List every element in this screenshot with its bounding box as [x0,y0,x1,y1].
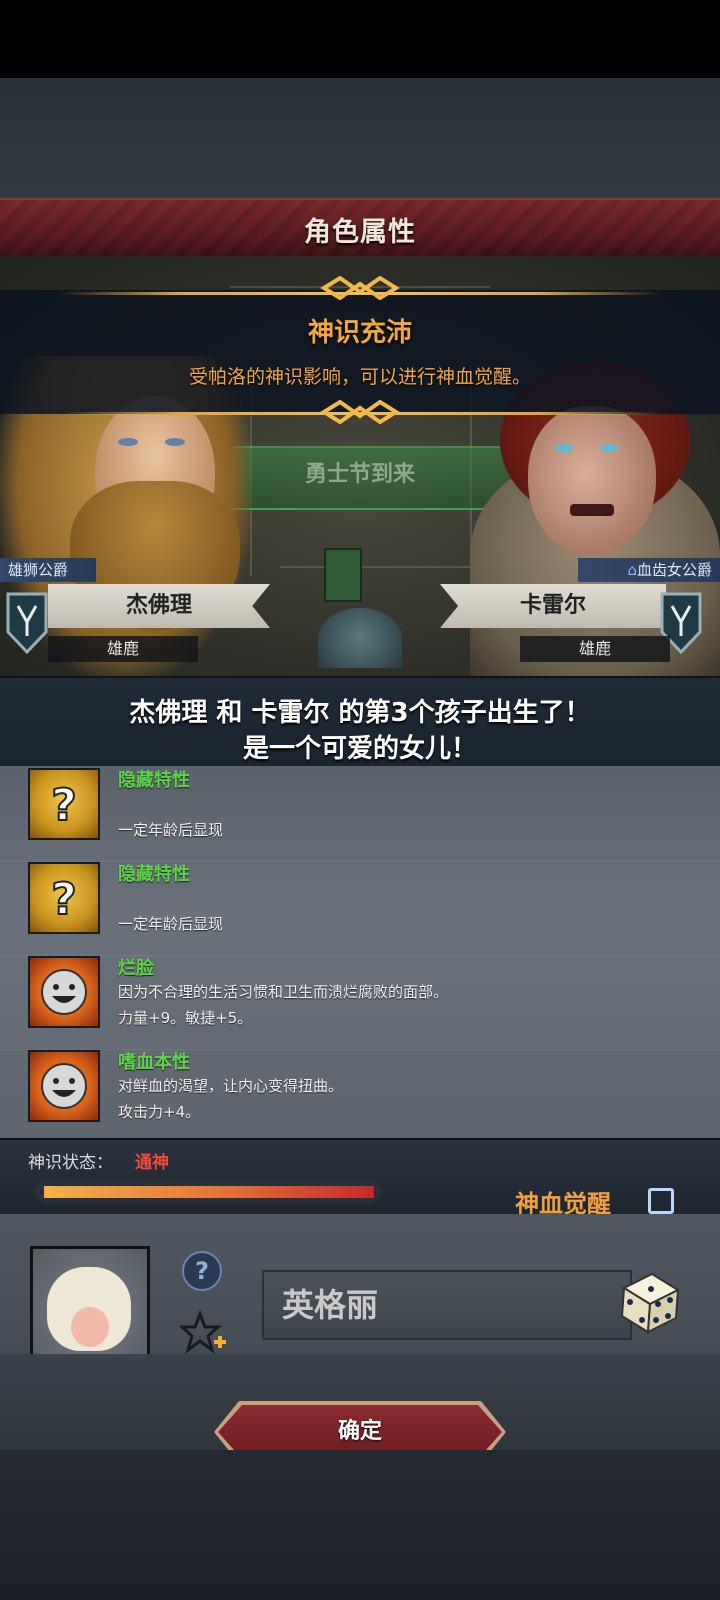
trait-name: 隐藏特性 [118,864,190,885]
father-eye [118,438,138,446]
background-bottom [0,1450,720,1600]
trait-name: 嗜血本性 [118,1052,190,1073]
status-bar-area [0,0,720,78]
house-flag-icon [324,548,362,602]
globe-emblem-icon [318,608,402,668]
mother-house: 雄鹿 [520,636,670,662]
mother-eye [555,444,573,452]
gold-knot-icon [320,276,400,300]
trait-effect: 力量+9。敏捷+5。 [118,1009,253,1027]
notice-description: 受帕洛的神识影响，可以进行神血觉醒。 [188,366,531,388]
announcement-line-2: 是一个可爱的女儿！ [242,734,477,764]
trait-description: 对鲜血的渴望，让内心变得扭曲。 [118,1077,344,1095]
stag-shield-icon [6,592,48,654]
event-banner-text: 勇士节到来 [304,462,415,487]
help-icon[interactable]: ? [182,1251,222,1291]
trait-row[interactable]: 烂脸 因为不合理的生活习惯和卫生而溃烂腐败的面部。 力量+9。敏捷+5。 [0,954,720,1050]
mother-title: ⌂血齿女公爵 [578,558,720,582]
mother-title-text: 血齿女公爵 [636,561,712,579]
divine-notice [0,290,720,414]
mother-name-plate: 卡雷尔 [440,584,666,628]
question-mark-icon: ? [28,768,100,840]
trait-row[interactable]: ? 隐藏特性 一定年龄后显现 [0,860,720,956]
smiley-sun-icon [28,956,100,1028]
trait-row[interactable]: ? 隐藏特性 一定年龄后显现 [0,766,720,862]
divine-progress-fill [44,1186,374,1198]
background-top [0,78,720,200]
swaddle [47,1267,131,1351]
divine-status-label: 神识状态： [28,1153,113,1173]
trait-effect: 攻击力+4。 [118,1103,201,1121]
gold-knot-icon [320,400,400,424]
traits-list[interactable]: ? 隐藏特性 一定年龄后显现 ? 隐藏特性 一定年龄后显现 烂脸 因为不合理的生… [0,766,720,1138]
page-title: 角色属性 [304,217,416,248]
announcement-line-1: 杰佛理 和 卡雷尔 的第3个孩子出生了！ [129,698,591,728]
trait-name: 烂脸 [118,958,154,979]
star-add-icon[interactable] [180,1310,228,1358]
trait-description: 一定年龄后显现 [118,821,224,839]
notice-title: 神识充沛 [307,318,412,348]
child-name-input[interactable]: 英格丽 [262,1270,632,1340]
question-mark-icon: ? [28,862,100,934]
trait-description: 因为不合理的生活习惯和卫生而溃烂腐败的面部。 [118,983,449,1001]
father-eye [165,438,185,446]
father-title: 雄狮公爵 [0,558,96,582]
svg-text:?: ? [51,780,77,831]
divine-status-value: 通神 [135,1153,169,1173]
svg-text:?: ? [51,874,77,925]
father-house: 雄鹿 [48,636,198,662]
trait-row[interactable]: 嗜血本性 对鲜血的渴望，让内心变得扭曲。 攻击力+4。 [0,1048,720,1138]
mother-face [528,406,656,556]
baby-avatar [30,1246,150,1364]
smiley-sun-icon [28,1050,100,1122]
trait-name: 隐藏特性 [118,770,190,791]
blood-awaken-checkbox[interactable] [648,1188,674,1214]
baby-face [71,1307,109,1347]
mother-mouth [570,504,614,516]
random-name-dice-icon[interactable] [614,1266,684,1336]
father-name-plate: 杰佛理 [48,584,270,628]
trait-description: 一定年龄后显现 [118,915,224,933]
mother-eye [600,444,618,452]
castle-icon: ⌂ [627,561,637,579]
